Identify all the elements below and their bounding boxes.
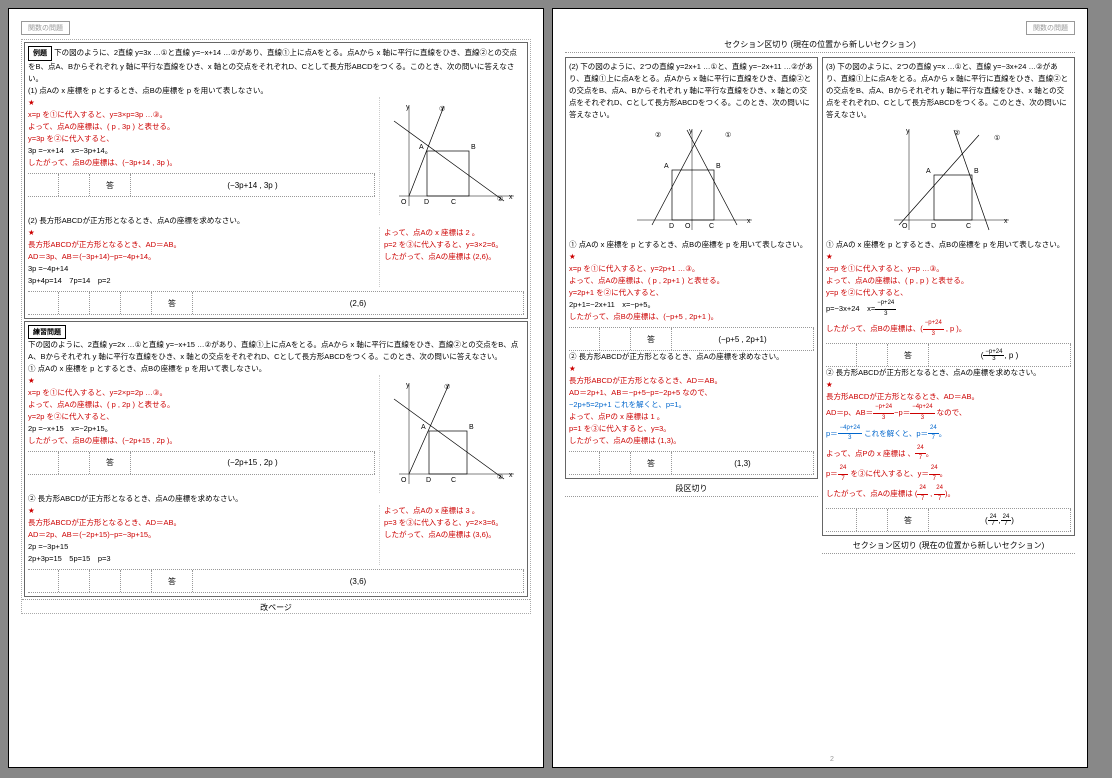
answer-b: (−p+243 , p ) bbox=[929, 344, 1071, 366]
sol1: ★ x=p を①に代入すると、y=3×p=3p …③。 よって、点Aの座標は、(… bbox=[28, 97, 375, 169]
svg-text:C: C bbox=[451, 477, 456, 484]
answer-row: 答 (3,6) bbox=[28, 569, 524, 593]
svg-text:O: O bbox=[401, 477, 407, 484]
svg-text:y: y bbox=[406, 104, 410, 111]
sol2-right: よって、点Aの x 座標は 2 。 p=2 を③に代入すると、y=3×2=6。 … bbox=[380, 227, 524, 287]
q1: (1) 点Aの x 座標を p とするとき、点Bの座標を p を用いて表しなさい… bbox=[28, 85, 524, 97]
star-icon: ★ bbox=[569, 252, 576, 261]
answer-row: 答 (−p+243 , p ) bbox=[826, 343, 1071, 367]
svg-text:D: D bbox=[426, 477, 431, 484]
svg-text:②: ② bbox=[655, 131, 661, 139]
svg-text:D: D bbox=[931, 223, 936, 230]
answer-row: 答 (−p+5 , 2p+1) bbox=[569, 327, 814, 351]
star-icon: ★ bbox=[826, 252, 833, 261]
svg-text:D: D bbox=[669, 223, 674, 230]
svg-text:A: A bbox=[664, 163, 669, 170]
solve-p: p＝−4p+243 これを解くと、p＝247。 bbox=[826, 429, 946, 438]
page-header: 関数の問題 bbox=[21, 21, 531, 35]
reidai-question: 例題 下の図のように、2直線 y=3x …①と直線 y=−x+14 …②があり、… bbox=[28, 46, 524, 85]
svg-text:②: ② bbox=[954, 129, 960, 137]
svg-text:O: O bbox=[401, 199, 407, 206]
svg-text:C: C bbox=[451, 199, 456, 206]
sol2-left: ★ 長方形ABCDが正方形となるとき、AD＝AB。 AD＝3p、AB＝(−3p+… bbox=[28, 227, 380, 287]
svg-text:x: x bbox=[509, 472, 513, 479]
answer-1: (−3p+14 , 3p ) bbox=[131, 174, 375, 196]
answer-row: 答 (247 , 247) bbox=[826, 508, 1071, 532]
section-break: セクション区切り (現在の位置から新しいセクション) bbox=[565, 39, 1075, 53]
header-right: 関数の問題 bbox=[1026, 21, 1075, 35]
svg-text:C: C bbox=[966, 223, 971, 230]
star-icon: ★ bbox=[28, 376, 35, 385]
svg-text:x: x bbox=[1004, 218, 1008, 225]
svg-text:①: ① bbox=[994, 134, 1000, 142]
renshu-box: 練習問題 下の図のように、2直線 y=2x …①と直線 y=−x+15 …②があ… bbox=[24, 321, 528, 597]
problem-2: (2) 下の図のように、2つの直線 y=2x+1 …①と、直線 y=−2x+11… bbox=[565, 57, 818, 479]
svg-text:x: x bbox=[747, 218, 751, 225]
svg-text:B: B bbox=[469, 424, 474, 431]
graph-4: A B C D Ox y ① ② bbox=[884, 125, 1014, 235]
b-coord: したがって、点Bの座標は、(−p+243 , p )。 bbox=[826, 324, 966, 333]
renshu-label: 練習問題 bbox=[28, 325, 66, 339]
header-left: 関数の問題 bbox=[21, 21, 70, 35]
svg-text:②: ② bbox=[497, 473, 503, 481]
px: よって、点Pの x 座標は 、247。 bbox=[826, 449, 933, 458]
answer-a: (247 , 247) bbox=[929, 509, 1071, 531]
sub-y: p＝247 を③に代入すると、y＝247。 bbox=[826, 469, 947, 478]
page-1: 関数の問題 例題 下の図のように、2直線 y=3x …①と直線 y=−x+14 … bbox=[8, 8, 544, 768]
answer-2: (2,6) bbox=[193, 292, 524, 314]
reidai-box: 例題 下の図のように、2直線 y=3x …①と直線 y=−x+14 …②があり、… bbox=[24, 42, 528, 319]
page-2: 関数の問題 セクション区切り (現在の位置から新しいセクション) (2) 下の図… bbox=[552, 8, 1088, 768]
svg-text:D: D bbox=[424, 199, 429, 206]
page-content: 例題 下の図のように、2直線 y=3x …①と直線 y=−x+14 …②があり、… bbox=[21, 39, 531, 614]
svg-text:x: x bbox=[509, 194, 513, 201]
svg-text:A: A bbox=[926, 168, 931, 175]
page-number: 2 bbox=[565, 756, 1099, 763]
svg-text:①: ① bbox=[444, 383, 450, 391]
kotae-label: 答 bbox=[90, 174, 131, 196]
q2: (2) 長方形ABCDが正方形となるとき、点Aの座標を求めなさい。 bbox=[28, 215, 524, 227]
svg-text:y: y bbox=[689, 128, 693, 135]
svg-text:O: O bbox=[685, 223, 691, 230]
answer-row: 答 (−3p+14 , 3p ) bbox=[28, 173, 375, 197]
graph-3: A B C D Ox y ① ② bbox=[627, 125, 757, 235]
a-coord: したがって、点Aの座標は (247 , 247)。 bbox=[826, 489, 955, 498]
star-icon: ★ bbox=[28, 98, 35, 107]
svg-text:B: B bbox=[716, 163, 721, 170]
svg-text:①: ① bbox=[439, 105, 445, 113]
svg-text:②: ② bbox=[497, 195, 503, 203]
eq-x: p=−3x+24 x=−p+243 bbox=[826, 304, 896, 313]
answer-row: 答 (−2p+15 , 2p ) bbox=[28, 451, 375, 475]
svg-text:y: y bbox=[406, 382, 410, 389]
svg-text:y: y bbox=[906, 128, 910, 135]
answer-row: 答 (2,6) bbox=[28, 291, 524, 315]
two-column: (2) 下の図のように、2つの直線 y=2x+1 …①と、直線 y=−2x+11… bbox=[565, 57, 1075, 558]
svg-text:C: C bbox=[709, 223, 714, 230]
graph-2: A B C D Ox y ① ② bbox=[389, 379, 519, 489]
svg-text:O: O bbox=[902, 223, 908, 230]
star-icon: ★ bbox=[28, 506, 35, 515]
reidai-label: 例題 bbox=[28, 46, 52, 61]
star-icon: ★ bbox=[569, 364, 576, 373]
column-break: 段区切り bbox=[565, 483, 818, 497]
problem-3: (3) 下の図のように、2つの直線 y=x …①と、直線 y=−3x+24 …②… bbox=[822, 57, 1075, 536]
star-icon: ★ bbox=[826, 380, 833, 389]
svg-text:B: B bbox=[974, 168, 979, 175]
svg-text:B: B bbox=[471, 144, 476, 151]
section-break-2: セクション区切り (現在の位置から新しいセクション) bbox=[822, 540, 1075, 554]
star-icon: ★ bbox=[28, 228, 35, 237]
ad-ab: AD＝p、AB＝−p+243−p＝−4p+243 なので、 bbox=[826, 408, 966, 417]
graph-1: A B C D Ox y ① ② bbox=[389, 101, 519, 211]
svg-text:A: A bbox=[421, 424, 426, 431]
page-break: 改ページ bbox=[22, 599, 530, 613]
svg-text:①: ① bbox=[725, 131, 731, 139]
answer-row: 答 (1,3) bbox=[569, 451, 814, 475]
svg-text:A: A bbox=[419, 144, 424, 151]
